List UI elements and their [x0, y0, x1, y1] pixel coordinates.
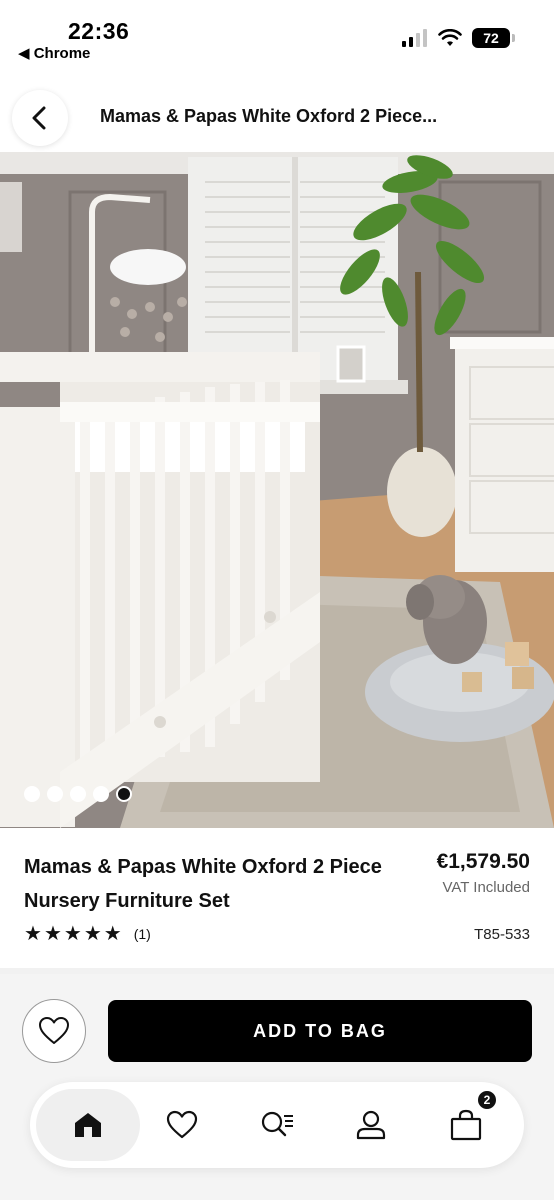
product-name-line2: Nursery Furniture Set: [24, 890, 230, 912]
status-icons: 72: [402, 28, 515, 48]
tab-bag[interactable]: 2: [414, 1089, 518, 1161]
page-title: Mamas & Papas White Oxford 2 Piece...: [100, 106, 438, 126]
bottom-tab-bar: 2: [30, 1082, 524, 1168]
carousel-indicators: [24, 786, 132, 802]
home-icon: [75, 1113, 101, 1137]
carousel-dot[interactable]: [24, 786, 40, 802]
back-to-app-link[interactable]: ◀ Chrome: [18, 44, 90, 62]
add-to-bag-button[interactable]: ADD TO BAG: [108, 1000, 532, 1062]
back-button[interactable]: [12, 90, 68, 146]
product-name: Mamas & Papas White Oxford 2 Piece Nurse…: [24, 850, 424, 918]
carousel-dot[interactable]: [70, 786, 86, 802]
user-icon: [356, 1110, 386, 1140]
add-to-wishlist-button[interactable]: [22, 999, 86, 1063]
product-name-line1: Mamas & Papas White Oxford 2 Piece: [24, 856, 382, 878]
product-info: Mamas & Papas White Oxford 2 Piece Nurse…: [0, 828, 554, 968]
product-photo: [0, 152, 554, 828]
product-sku: T85-533: [474, 926, 530, 943]
wifi-icon: [438, 29, 462, 46]
product-image-carousel[interactable]: [0, 152, 554, 828]
bag-count-badge: 2: [476, 1089, 498, 1111]
status-bar: 22:36 ◀ Chrome 72: [0, 0, 554, 80]
star-icon: ★: [103, 923, 122, 945]
status-time: 22:36: [68, 18, 130, 44]
tab-account[interactable]: [319, 1089, 423, 1161]
star-icon: ★: [83, 923, 102, 945]
carousel-dot[interactable]: [47, 786, 63, 802]
bottom-panel: ADD TO BAG 2: [0, 974, 554, 1200]
chevron-left-icon: [32, 106, 46, 130]
page-header: Mamas & Papas White Oxford 2 Piece...: [0, 80, 554, 152]
tab-home[interactable]: [36, 1089, 140, 1161]
tab-search[interactable]: [225, 1089, 329, 1161]
heart-icon: [39, 1017, 69, 1044]
tab-wishlist[interactable]: [130, 1089, 234, 1161]
shopping-bag-icon: [450, 1109, 482, 1141]
star-icon: ★: [43, 923, 62, 945]
battery-icon: 72: [472, 28, 515, 48]
carousel-dot-active[interactable]: [116, 786, 132, 802]
cellular-signal-icon: [402, 29, 427, 47]
star-icon: ★: [63, 923, 82, 945]
carousel-dot[interactable]: [93, 786, 109, 802]
search-list-icon: [261, 1111, 293, 1137]
heart-icon: [166, 1110, 198, 1139]
product-price: €1,579.50: [436, 850, 530, 873]
vat-note: VAT Included: [442, 879, 530, 896]
rating[interactable]: ★ ★ ★ ★ ★ (1): [24, 924, 151, 944]
review-count[interactable]: (1): [134, 926, 151, 942]
star-icon: ★: [24, 923, 42, 945]
